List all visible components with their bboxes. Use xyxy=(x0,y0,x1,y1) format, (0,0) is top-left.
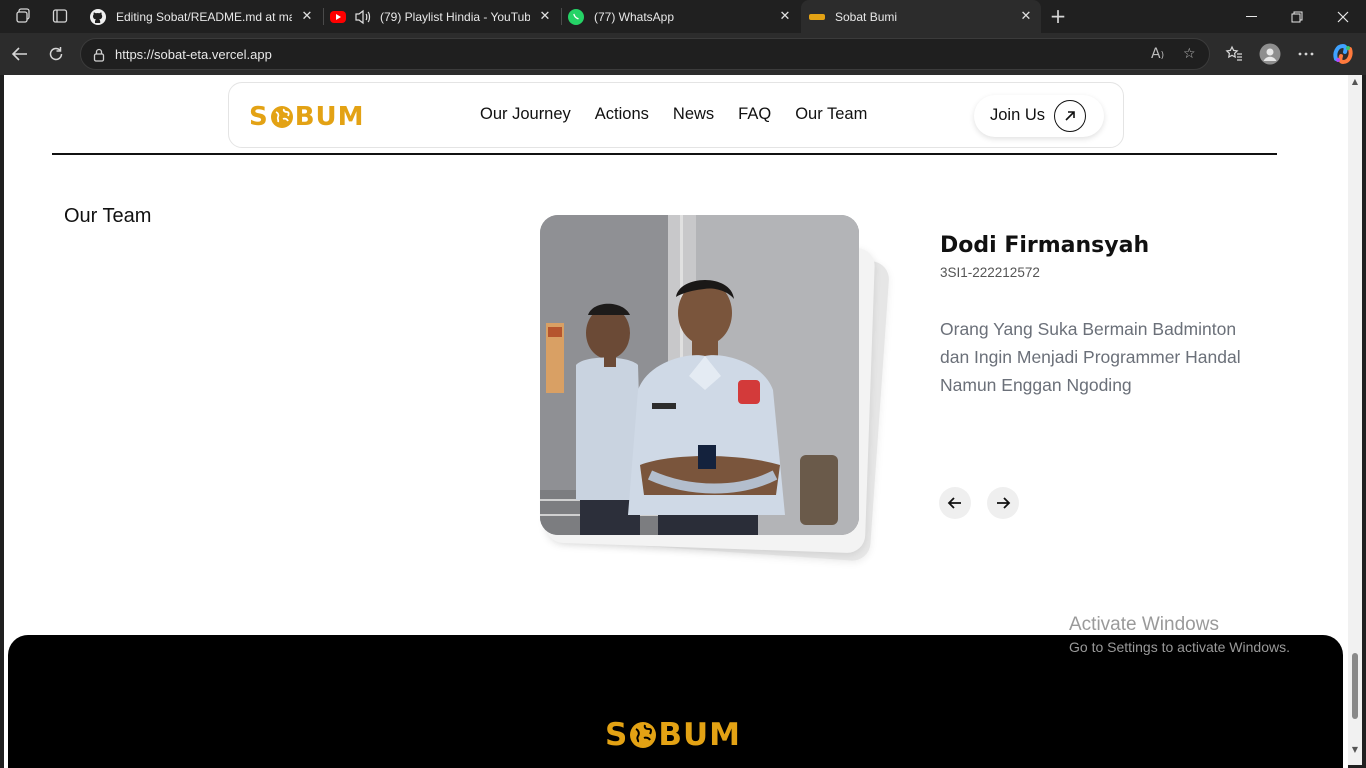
nav-our-journey[interactable]: Our Journey xyxy=(480,105,571,124)
speaker-icon[interactable] xyxy=(354,9,372,25)
watermark-subtitle: Go to Settings to activate Windows. xyxy=(1069,639,1290,655)
watermark-title: Activate Windows xyxy=(1069,614,1219,635)
tab-title: (79) Playlist Hindia - YouTube xyxy=(380,9,530,24)
tab-actions-icon[interactable] xyxy=(50,6,70,26)
profile-icon[interactable] xyxy=(1259,43,1281,65)
favorites-icon[interactable] xyxy=(1223,43,1245,65)
close-tab-icon[interactable]: ✕ xyxy=(538,9,552,23)
nav-our-team[interactable]: Our Team xyxy=(795,105,867,124)
close-window-icon[interactable] xyxy=(1320,0,1366,33)
section-title: Our Team xyxy=(64,205,152,227)
tab-title: Sobat Bumi xyxy=(835,9,898,24)
globe-icon xyxy=(630,722,657,748)
more-menu-icon[interactable] xyxy=(1295,43,1317,65)
browser-tab-strip: Editing Sobat/README.md at ma ✕ (79) Pla… xyxy=(0,0,1366,33)
join-us-label: Join Us xyxy=(990,106,1046,124)
arrow-left-icon xyxy=(947,495,963,511)
refresh-icon[interactable] xyxy=(45,43,67,65)
favorite-star-icon[interactable]: ☆ xyxy=(1183,46,1196,62)
youtube-icon xyxy=(330,10,346,23)
nav-links: Our Journey Actions News FAQ Our Team xyxy=(480,105,891,124)
address-bar[interactable]: https://sobat-eta.vercel.app A) ☆ xyxy=(80,38,1210,70)
tab-youtube[interactable]: (79) Playlist Hindia - YouTube ✕ xyxy=(324,0,560,33)
join-us-button[interactable]: Join Us xyxy=(974,95,1104,137)
nav-faq[interactable]: FAQ xyxy=(738,105,771,124)
close-tab-icon[interactable]: ✕ xyxy=(778,9,792,23)
back-icon[interactable] xyxy=(9,43,31,65)
lock-icon[interactable] xyxy=(92,47,106,62)
whatsapp-icon xyxy=(568,8,584,25)
next-member-button[interactable] xyxy=(987,487,1019,519)
minimize-icon[interactable] xyxy=(1228,0,1274,33)
globe-icon xyxy=(270,106,293,128)
restore-icon[interactable] xyxy=(1274,0,1320,33)
member-id: 3SI1-222212572 xyxy=(940,265,1040,280)
browser-toolbar: https://sobat-eta.vercel.app A) ☆ xyxy=(0,33,1366,75)
url-text[interactable]: https://sobat-eta.vercel.app xyxy=(115,47,272,62)
previous-member-button[interactable] xyxy=(939,487,971,519)
workspaces-icon[interactable] xyxy=(14,6,34,26)
copilot-icon[interactable] xyxy=(1332,43,1354,65)
scroll-down-icon[interactable]: ▼ xyxy=(1350,745,1360,754)
tab-title: (77) WhatsApp xyxy=(594,9,675,24)
tab-title: Editing Sobat/README.md at ma xyxy=(116,9,292,24)
github-icon xyxy=(90,8,106,25)
sobum-logo[interactable]: S BUM xyxy=(249,104,365,130)
member-name: Dodi Firmansyah xyxy=(940,233,1150,258)
activate-windows-watermark: Activate Windows Go to Settings to activ… xyxy=(1069,614,1290,655)
read-aloud-icon[interactable]: A) xyxy=(1151,46,1164,62)
page-viewport: S BUM Our Journey Actions News FAQ Our T… xyxy=(4,75,1348,768)
member-bio: Orang Yang Suka Bermain Badminton dan In… xyxy=(940,319,1241,395)
member-photo xyxy=(540,215,859,535)
divider xyxy=(52,153,1277,155)
site-navbar: S BUM Our Journey Actions News FAQ Our T… xyxy=(228,82,1124,148)
tab-whatsapp[interactable]: (77) WhatsApp ✕ xyxy=(562,0,800,33)
page-scrollbar[interactable]: ▲ ▼ xyxy=(1348,75,1362,765)
scroll-up-icon[interactable]: ▲ xyxy=(1350,77,1360,86)
new-tab-icon[interactable]: + xyxy=(1048,4,1068,28)
footer-logo[interactable]: S BUM xyxy=(605,719,741,751)
tab-github[interactable]: Editing Sobat/README.md at ma ✕ xyxy=(82,0,322,33)
tab-sobat-bumi[interactable]: Sobat Bumi ✕ xyxy=(801,0,1041,33)
close-tab-icon[interactable]: ✕ xyxy=(1019,9,1033,23)
arrow-right-icon xyxy=(995,495,1011,511)
scrollbar-thumb[interactable] xyxy=(1352,653,1358,719)
nav-news[interactable]: News xyxy=(673,105,714,124)
close-tab-icon[interactable]: ✕ xyxy=(300,9,314,23)
nav-actions[interactable]: Actions xyxy=(595,105,649,124)
arrow-up-right-icon xyxy=(1054,100,1086,132)
sobum-favicon xyxy=(809,13,825,20)
